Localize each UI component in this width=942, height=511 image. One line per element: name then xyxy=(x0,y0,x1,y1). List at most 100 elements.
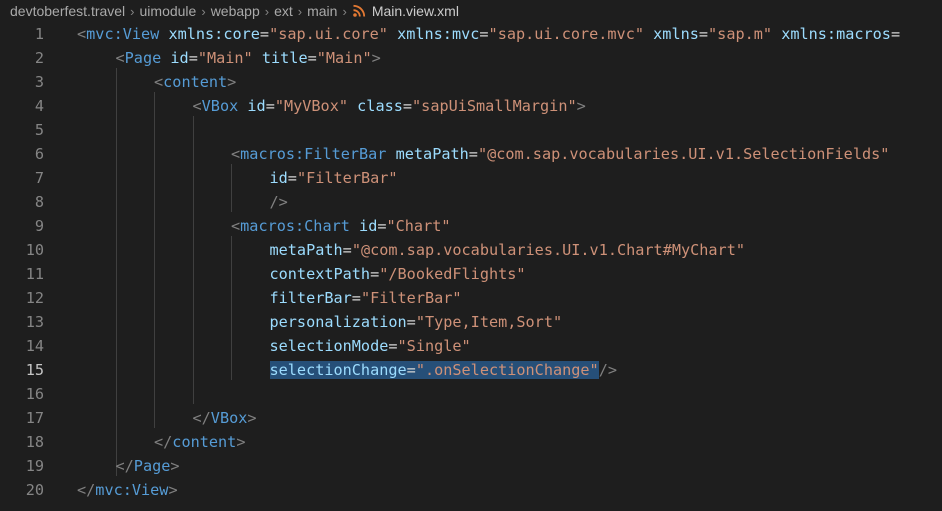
code-token: Page xyxy=(124,49,162,67)
code-token: > xyxy=(236,433,246,451)
code-token: Page xyxy=(133,457,171,475)
line-number: 9 xyxy=(34,217,44,235)
breadcrumb-item-uimodule[interactable]: uimodule xyxy=(140,3,197,19)
code-line[interactable]: 16 xyxy=(0,382,942,406)
code-token: id xyxy=(269,169,288,187)
code-token: "Type,Item,Sort" xyxy=(415,313,563,331)
code-token: </ xyxy=(77,481,96,499)
code-line[interactable]: 14 selectionMode="Single" xyxy=(0,334,942,358)
code-token: "sapUiSmallMargin" xyxy=(412,97,577,115)
code-line[interactable]: 9 <macros:Chart id="Chart" xyxy=(0,214,942,238)
code-token: id xyxy=(247,97,266,115)
code-text: </Page> xyxy=(116,454,180,478)
code-token: content xyxy=(163,73,228,91)
code-token: = xyxy=(287,169,297,187)
code-token: > xyxy=(247,409,257,427)
code-text: /> xyxy=(270,190,288,214)
code-token: "/BookedFlights" xyxy=(379,265,526,283)
code-line[interactable]: 1 <mvc:View xmlns:core="sap.ui.core" xmln… xyxy=(0,22,942,46)
code-token: = xyxy=(188,49,198,67)
line-number: 5 xyxy=(34,121,44,139)
code-token: = xyxy=(890,25,901,43)
code-token: = xyxy=(265,97,275,115)
code-token: = xyxy=(468,145,478,163)
code-token: = xyxy=(342,241,352,259)
code-text: <VBox id="MyVBox" class="sapUiSmallMargi… xyxy=(193,94,586,118)
code-line[interactable]: 5 xyxy=(0,118,942,142)
code-line[interactable]: 6 <macros:FilterBar metaPath="@com.sap.vo… xyxy=(0,142,942,166)
breadcrumb-item-ext[interactable]: ext xyxy=(274,3,293,19)
code-token: xmlns:core xyxy=(168,25,260,43)
code-token: macros:FilterBar xyxy=(240,145,387,163)
line-number: 18 xyxy=(25,433,44,451)
code-line[interactable]: 15 selectionChange=".onSelectionChange"/> xyxy=(0,358,942,382)
breadcrumb-item-file[interactable]: Main.view.xml xyxy=(372,3,459,19)
breadcrumb-item-project[interactable]: devtoberfest.travel xyxy=(10,3,125,19)
breadcrumb-item-main[interactable]: main xyxy=(307,3,337,19)
code-text: <macros:Chart id="Chart" xyxy=(231,214,451,238)
line-number: 17 xyxy=(25,409,44,427)
code-text: <Page id="Main" title="Main"> xyxy=(116,46,381,70)
code-line[interactable]: 19 </Page> xyxy=(0,454,942,478)
code-token: class xyxy=(357,97,403,115)
code-token: mvc:View xyxy=(95,481,169,499)
code-text: contextPath="/BookedFlights" xyxy=(270,262,526,286)
code-token: </ xyxy=(192,409,211,427)
code-line[interactable]: 20 </mvc:View> xyxy=(0,478,942,502)
code-text: <macros:FilterBar metaPath="@com.sap.voc… xyxy=(231,142,889,166)
chevron-right-icon: › xyxy=(130,3,135,19)
code-token: "Main" xyxy=(316,49,372,67)
code-text: </mvc:View> xyxy=(77,478,178,502)
line-number: 11 xyxy=(25,265,44,283)
code-token: = xyxy=(377,217,387,235)
line-number: 7 xyxy=(34,169,44,187)
code-token: </ xyxy=(115,457,134,475)
code-token: > xyxy=(576,97,586,115)
code-editor[interactable]: 1 <mvc:View xmlns:core="sap.ui.core" xmln… xyxy=(0,22,942,511)
code-token: "@com.sap.vocabularies.UI.v1.SelectionFi… xyxy=(477,145,890,163)
breadcrumb: devtoberfest.travel › uimodule › webapp … xyxy=(0,0,942,22)
code-text: filterBar="FilterBar" xyxy=(270,286,462,310)
code-token: < xyxy=(77,25,87,43)
line-number: 20 xyxy=(25,481,44,499)
code-token: content xyxy=(172,433,237,451)
breadcrumb-item-webapp[interactable]: webapp xyxy=(211,3,260,19)
code-line[interactable]: 10 metaPath="@com.sap.vocabularies.UI.v1.… xyxy=(0,238,942,262)
code-token: xmlns xyxy=(653,25,699,43)
selected-token: selectionChange xyxy=(269,361,407,379)
code-text: personalization="Type,Item,Sort" xyxy=(270,310,563,334)
code-token: "Single" xyxy=(397,337,471,355)
code-token: < xyxy=(154,73,164,91)
code-text: <content> xyxy=(154,70,236,94)
code-token: < xyxy=(192,97,202,115)
chevron-right-icon: › xyxy=(342,3,347,19)
code-line[interactable]: 12 filterBar="FilterBar" xyxy=(0,286,942,310)
line-number: 8 xyxy=(34,193,44,211)
line-number: 4 xyxy=(34,97,44,115)
line-number: 19 xyxy=(25,457,44,475)
code-line[interactable]: 7 id="FilterBar" xyxy=(0,166,942,190)
code-line[interactable]: 18 </content> xyxy=(0,430,942,454)
code-token: "sap.m" xyxy=(708,25,773,43)
code-text: <mvc:View xmlns:core="sap.ui.core" xmlns… xyxy=(77,22,900,46)
code-token: xmlns:mvc xyxy=(397,25,480,43)
code-line[interactable]: 3 <content> xyxy=(0,70,942,94)
code-token: "sap.ui.core.mvc" xyxy=(488,25,644,43)
code-line[interactable]: 8 /> xyxy=(0,190,942,214)
code-token: "FilterBar" xyxy=(360,289,462,307)
selected-token: = xyxy=(406,361,416,379)
code-token: VBox xyxy=(201,97,239,115)
code-line[interactable]: 17 </VBox> xyxy=(0,406,942,430)
code-line[interactable]: 2 <Page id="Main" title="Main"> xyxy=(0,46,942,70)
code-line[interactable]: 13 personalization="Type,Item,Sort" xyxy=(0,310,942,334)
code-line[interactable]: 4 <VBox id="MyVBox" class="sapUiSmallMarg… xyxy=(0,94,942,118)
code-line[interactable]: 11 contextPath="/BookedFlights" xyxy=(0,262,942,286)
code-token: < xyxy=(231,217,241,235)
code-token: "FilterBar" xyxy=(296,169,398,187)
code-token: = xyxy=(698,25,709,43)
code-token: </ xyxy=(154,433,173,451)
code-text: selectionMode="Single" xyxy=(270,334,471,358)
